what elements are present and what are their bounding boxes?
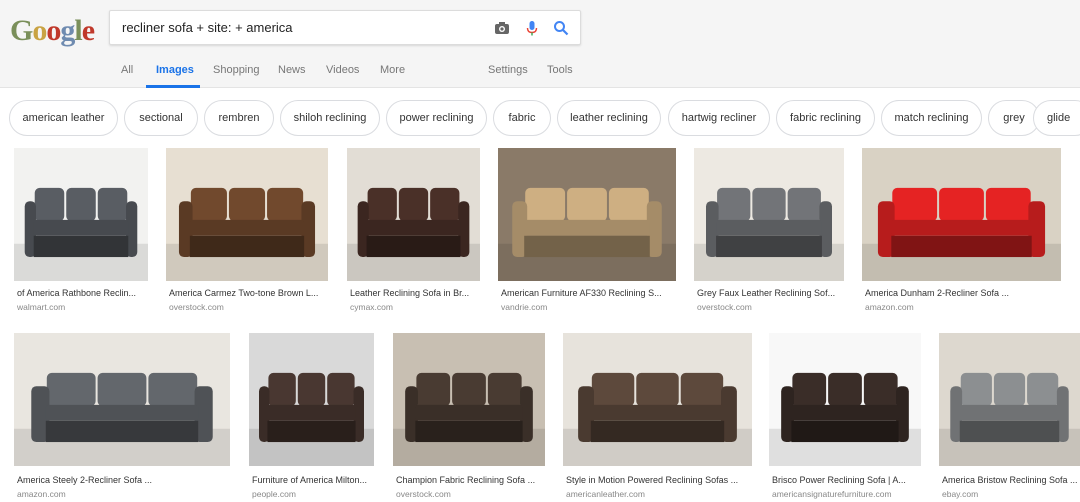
- tab-tools[interactable]: Tools: [547, 64, 573, 76]
- chip-sectional[interactable]: sectional: [124, 100, 198, 136]
- result-thumbnail[interactable]: [249, 333, 374, 466]
- chip-rembren[interactable]: rembren: [204, 100, 274, 136]
- result-title[interactable]: Furniture of America Milton...: [252, 475, 377, 485]
- tab-news[interactable]: News: [278, 64, 306, 76]
- search-tabs: All Images Shopping News Videos More Set…: [0, 58, 1080, 88]
- result-thumbnail[interactable]: [862, 148, 1061, 281]
- search-input[interactable]: recliner sofa + site: + america: [122, 20, 293, 35]
- result-title[interactable]: Champion Fabric Reclining Sofa ...: [396, 475, 548, 485]
- result-thumbnail[interactable]: [939, 333, 1080, 466]
- image-result[interactable]: America Dunham 2-Recliner Sofa ... amazo…: [862, 148, 1062, 314]
- result-title[interactable]: Grey Faux Leather Reclining Sof...: [697, 288, 847, 298]
- result-title[interactable]: America Carmez Two-tone Brown L...: [169, 288, 331, 298]
- tab-images[interactable]: Images: [156, 64, 194, 76]
- result-thumbnail[interactable]: [166, 148, 328, 281]
- search-icon[interactable]: [552, 19, 570, 37]
- microphone-icon[interactable]: [523, 19, 541, 37]
- result-thumbnail[interactable]: [393, 333, 545, 466]
- result-source: people.com: [252, 489, 296, 499]
- result-source: ebay.com: [942, 489, 979, 499]
- image-result[interactable]: Grey Faux Leather Reclining Sof... overs…: [694, 148, 846, 314]
- header: Google recliner sofa + site: + america A…: [0, 0, 1080, 88]
- result-thumbnail[interactable]: [498, 148, 676, 281]
- result-source: overstock.com: [169, 302, 224, 312]
- related-searches: american leather sectional rembren shilo…: [0, 100, 1080, 136]
- tab-more[interactable]: More: [380, 64, 405, 76]
- chip-glide[interactable]: glide: [1033, 100, 1080, 136]
- image-result[interactable]: America Carmez Two-tone Brown L... overs…: [166, 148, 331, 314]
- chip-hartwig-recliner[interactable]: hartwig recliner: [668, 100, 770, 136]
- image-result[interactable]: Leather Reclining Sofa in Br... cymax.co…: [347, 148, 482, 314]
- chip-match-reclining[interactable]: match reclining: [881, 100, 982, 136]
- result-source: overstock.com: [697, 302, 752, 312]
- image-result[interactable]: America Bristow Reclining Sofa ... ebay.…: [939, 333, 1080, 501]
- result-source: overstock.com: [396, 489, 451, 499]
- result-source: americanleather.com: [566, 489, 645, 499]
- result-title[interactable]: America Steely 2-Recliner Sofa ...: [17, 475, 232, 485]
- result-title[interactable]: Style in Motion Powered Reclining Sofas …: [566, 475, 755, 485]
- image-result[interactable]: Furniture of America Milton... people.co…: [249, 333, 376, 501]
- result-title[interactable]: Brisco Power Reclining Sofa | A...: [772, 475, 924, 485]
- tab-shopping[interactable]: Shopping: [213, 64, 260, 76]
- tab-settings[interactable]: Settings: [488, 64, 528, 76]
- image-result[interactable]: Champion Fabric Reclining Sofa ... overs…: [393, 333, 547, 501]
- image-result[interactable]: American Furniture AF330 Reclining S... …: [498, 148, 678, 314]
- result-source: amazon.com: [17, 489, 66, 499]
- result-title[interactable]: American Furniture AF330 Reclining S...: [501, 288, 678, 298]
- result-title[interactable]: America Bristow Reclining Sofa ...: [942, 475, 1080, 485]
- image-result[interactable]: Style in Motion Powered Reclining Sofas …: [563, 333, 753, 501]
- result-thumbnail[interactable]: [347, 148, 480, 281]
- chip-leather-reclining[interactable]: leather reclining: [557, 100, 661, 136]
- result-source: amazon.com: [865, 302, 914, 312]
- google-logo[interactable]: Google: [10, 14, 95, 50]
- image-result[interactable]: Brisco Power Reclining Sofa | A... ameri…: [769, 333, 923, 501]
- result-title[interactable]: Leather Reclining Sofa in Br...: [350, 288, 483, 298]
- chip-shiloh-reclining[interactable]: shiloh reclining: [280, 100, 380, 136]
- chip-american-leather[interactable]: american leather: [9, 100, 118, 136]
- result-thumbnail[interactable]: [563, 333, 752, 466]
- result-source: vandrie.com: [501, 302, 548, 312]
- result-source: walmart.com: [17, 302, 66, 312]
- tab-all[interactable]: All: [121, 64, 133, 76]
- result-source: cymax.com: [350, 302, 393, 312]
- active-tab-indicator: [146, 85, 200, 88]
- result-source: americansignaturefurniture.com: [772, 489, 892, 499]
- tab-videos[interactable]: Videos: [326, 64, 359, 76]
- camera-icon[interactable]: [493, 19, 511, 37]
- search-box[interactable]: recliner sofa + site: + america: [109, 10, 581, 45]
- result-title[interactable]: of America Rathbone Reclin...: [17, 288, 150, 298]
- image-result[interactable]: of America Rathbone Reclin... walmart.co…: [14, 148, 150, 314]
- result-thumbnail[interactable]: [694, 148, 844, 281]
- result-thumbnail[interactable]: [769, 333, 921, 466]
- result-title[interactable]: America Dunham 2-Recliner Sofa ...: [865, 288, 1063, 298]
- result-thumbnail[interactable]: [14, 333, 230, 466]
- image-result[interactable]: America Steely 2-Recliner Sofa ... amazo…: [14, 333, 232, 501]
- chip-power-reclining[interactable]: power reclining: [386, 100, 487, 136]
- chip-fabric[interactable]: fabric: [493, 100, 551, 136]
- chip-fabric-reclining[interactable]: fabric reclining: [776, 100, 875, 136]
- result-thumbnail[interactable]: [14, 148, 148, 281]
